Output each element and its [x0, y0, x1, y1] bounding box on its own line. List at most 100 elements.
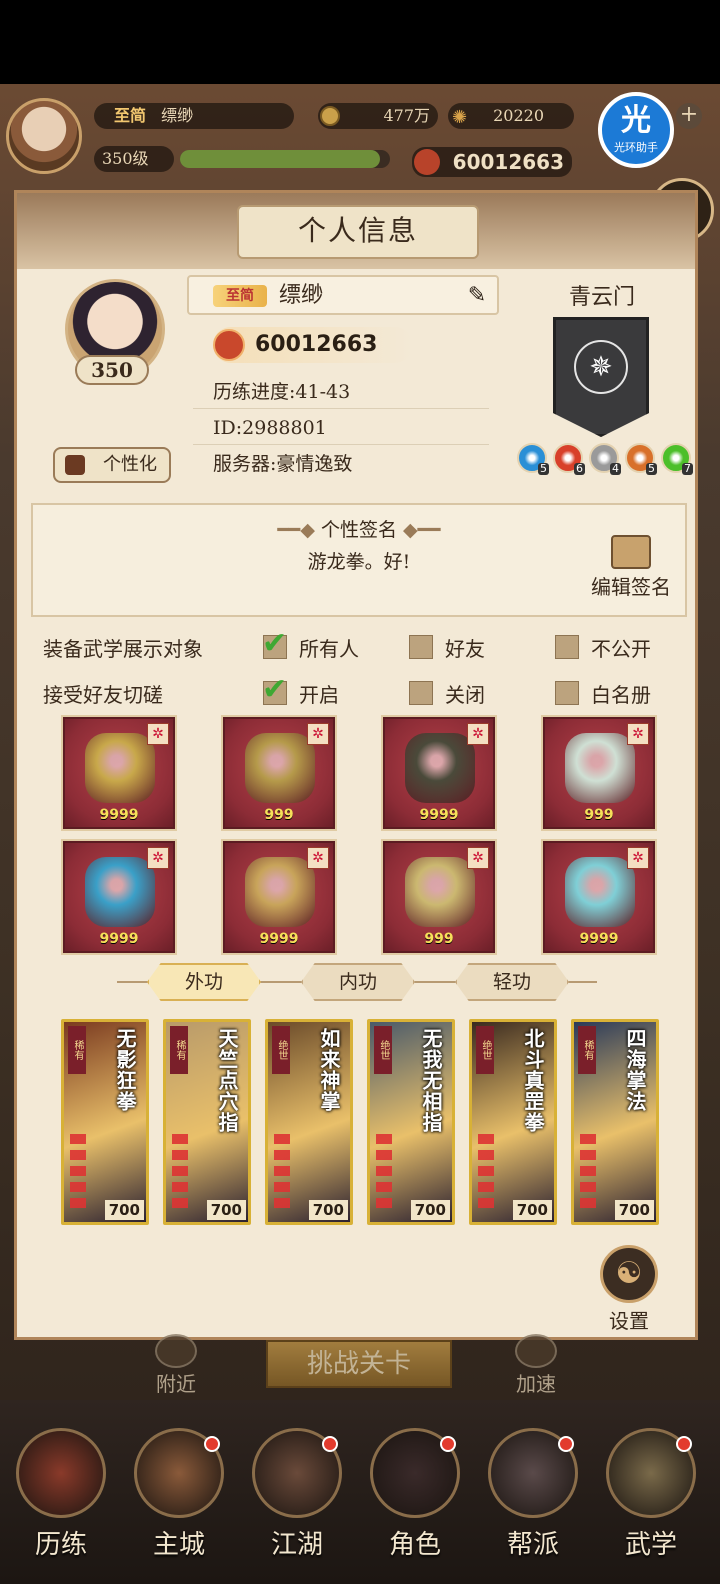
equipment-slot[interactable]: ✲ 999: [541, 715, 657, 831]
nav-label: 角色: [388, 1530, 441, 1560]
name-bar: 至简 缥缈: [94, 103, 294, 129]
sect-skill-orb[interactable]: 5: [517, 443, 549, 475]
nearby-button[interactable]: 附近: [146, 1334, 206, 1397]
kungfu-card[interactable]: 绝世 如来神掌 700: [265, 1019, 353, 1225]
player-avatar[interactable]: [6, 98, 82, 174]
equipment-slot[interactable]: ✲ 999: [221, 715, 337, 831]
rarity-star-icon: ✲: [467, 723, 489, 745]
kungfu-gem-slots: [274, 1134, 290, 1214]
coin-value: 477万: [383, 106, 430, 125]
sect-skill-level: 4: [610, 462, 621, 475]
option-label: 装备武学展示对象: [43, 637, 203, 661]
option-label: 接受好友切磋: [43, 683, 163, 707]
sect-skill-orb[interactable]: 4: [589, 443, 621, 475]
nav-label: 主城: [152, 1530, 205, 1560]
nav-label: 江湖: [270, 1530, 323, 1560]
tab-outer[interactable]: 外功: [147, 963, 261, 1001]
tab-light[interactable]: 轻功: [455, 963, 569, 1001]
equipment-slot[interactable]: ✲ 9999: [541, 839, 657, 955]
edit-name-icon[interactable]: ✎: [463, 283, 491, 309]
equipment-count: 999: [584, 807, 614, 823]
sect-skill-level: 7: [682, 462, 693, 475]
divider-right: ◆━━: [397, 519, 441, 541]
option-checkbox[interactable]: [409, 635, 433, 659]
kungfu-power: 700: [614, 1200, 654, 1220]
profile-power: 60012663: [213, 327, 413, 363]
sect-banner[interactable]: ✵: [553, 317, 649, 437]
nav-item[interactable]: 帮派: [478, 1420, 588, 1570]
vip-badge: 至简: [213, 285, 267, 307]
nearby-label: 附近: [156, 1372, 196, 1396]
notification-dot: [558, 1436, 574, 1452]
kungfu-gem-slots: [172, 1134, 188, 1214]
option-checkbox[interactable]: [262, 672, 287, 707]
sect-skill-orb[interactable]: 7: [661, 443, 693, 475]
scroll-icon: [611, 535, 651, 569]
armor-item: [245, 733, 315, 803]
option-checkbox[interactable]: [555, 681, 579, 705]
kungfu-name: 四海掌法: [623, 1028, 647, 1112]
equipment-slot[interactable]: ✲ 9999: [221, 839, 337, 955]
kungfu-power: 700: [308, 1200, 348, 1220]
add-currency-button[interactable]: +: [676, 103, 702, 129]
rarity-star-icon: ✲: [147, 723, 169, 745]
equipment-count: 9999: [259, 931, 299, 947]
nav-item[interactable]: 主城: [124, 1420, 234, 1570]
kungfu-power: 700: [104, 1200, 144, 1220]
kungfu-power: 700: [512, 1200, 552, 1220]
nav-item[interactable]: 历练: [6, 1420, 116, 1570]
option-choice-label: 所有人: [299, 637, 359, 661]
kungfu-card[interactable]: 稀有 天竺点穴指 700: [163, 1019, 251, 1225]
nav-item[interactable]: 江湖: [242, 1420, 352, 1570]
level-text: 350级: [102, 149, 149, 168]
sect-skill-level: 5: [646, 462, 657, 475]
kungfu-gem-slots: [580, 1134, 596, 1214]
option-checkbox[interactable]: [262, 626, 287, 661]
kungfu-name: 无影狂拳: [113, 1028, 137, 1112]
equipment-slot[interactable]: ✲ 9999: [61, 839, 177, 955]
equipment-count: 9999: [99, 807, 139, 823]
nav-item[interactable]: 武学: [596, 1420, 706, 1570]
ingot-counter: ✺ 20220: [448, 103, 574, 129]
kungfu-rank-badge: 稀有: [68, 1026, 86, 1074]
yin-yang-icon: ☯: [600, 1245, 658, 1303]
sect-skill-orb[interactable]: 5: [625, 443, 657, 475]
bracer-item: [85, 733, 155, 803]
kungfu-name: 无我无相指: [419, 1028, 443, 1133]
option-choice-label: 不公开: [591, 637, 651, 661]
kungfu-gem-slots: [376, 1134, 392, 1214]
exp-bar: [180, 150, 390, 168]
kungfu-card[interactable]: 绝世 北斗真罡拳 700: [469, 1019, 557, 1225]
assistant-badge[interactable]: 光 光环助手: [598, 92, 674, 168]
equipment-slot[interactable]: ✲ 9999: [61, 715, 177, 831]
challenge-button[interactable]: 挑战关卡: [266, 1340, 452, 1388]
equipment-count: 9999: [99, 931, 139, 947]
tab-inner[interactable]: 内功: [301, 963, 415, 1001]
speedup-button[interactable]: 加速: [506, 1334, 566, 1397]
assistant-logo: 光: [621, 103, 651, 138]
edit-signature-button[interactable]: 编辑签名: [581, 535, 681, 600]
customize-label: 个性化: [103, 454, 157, 475]
kungfu-card[interactable]: 绝世 无我无相指 700: [367, 1019, 455, 1225]
equipment-slot[interactable]: ✲ 9999: [381, 715, 497, 831]
kungfu-name: 北斗真罡拳: [521, 1028, 545, 1133]
power-value: 60012663: [452, 150, 564, 174]
kungfu-card[interactable]: 稀有 四海掌法 700: [571, 1019, 659, 1225]
kungfu-card[interactable]: 稀有 无影狂拳 700: [61, 1019, 149, 1225]
equipment-slot[interactable]: ✲ 999: [381, 839, 497, 955]
nav-label: 历练: [34, 1530, 87, 1560]
boots-item: [565, 733, 635, 803]
option-checkbox[interactable]: [555, 635, 579, 659]
option-choice-label: 好友: [445, 637, 485, 661]
settings-button[interactable]: ☯ 设置: [597, 1245, 661, 1334]
sect-skill-orb[interactable]: 6: [553, 443, 585, 475]
level-bar: 350级: [94, 146, 174, 172]
rarity-star-icon: ✲: [627, 723, 649, 745]
sect-emblem-icon: ✵: [574, 340, 628, 394]
customize-button[interactable]: 个性化: [53, 447, 171, 483]
kungfu-name: 如来神掌: [317, 1028, 341, 1112]
ingot-icon: ✺: [452, 107, 468, 128]
nav-item[interactable]: 角色: [360, 1420, 470, 1570]
option-checkbox[interactable]: [409, 681, 433, 705]
rarity-star-icon: ✲: [147, 847, 169, 869]
